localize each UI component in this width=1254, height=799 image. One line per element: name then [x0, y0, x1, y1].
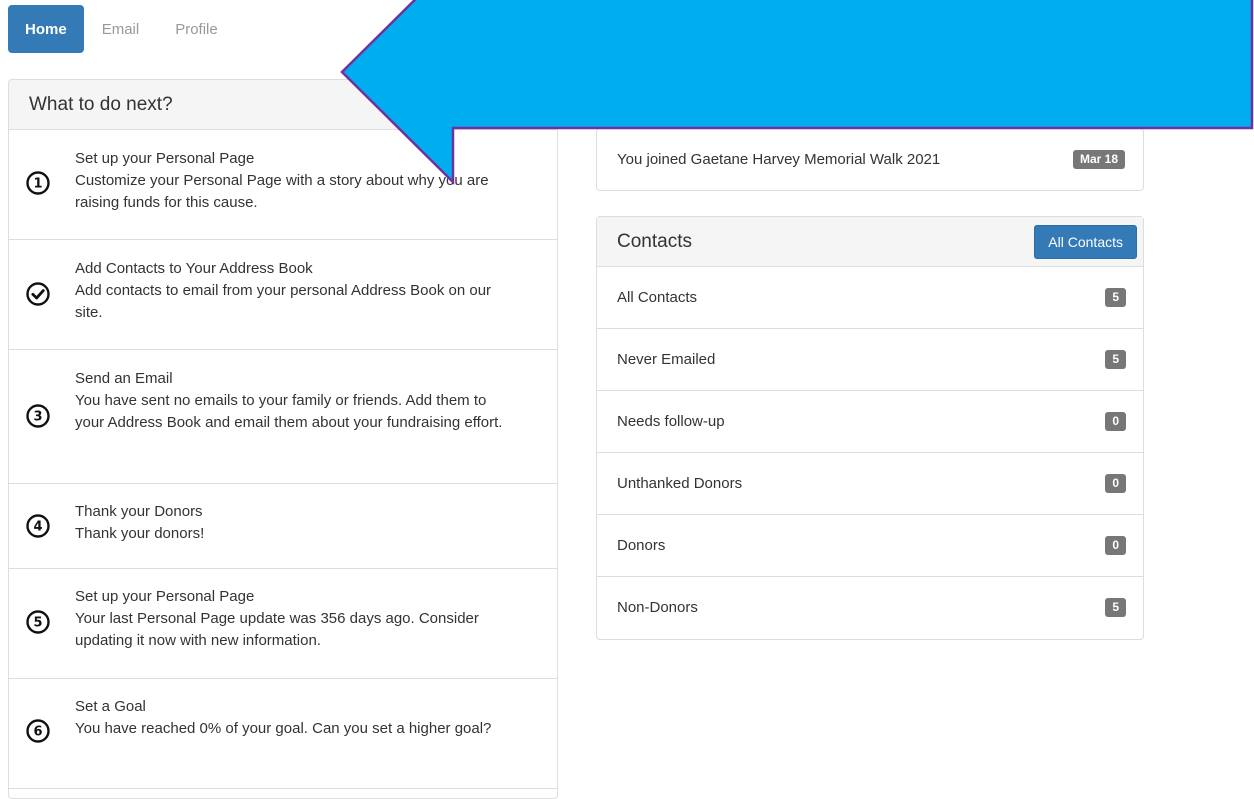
contact-group-label: Unthanked Donors: [617, 475, 743, 492]
contact-group-needs-follow-up[interactable]: Needs follow-up 0: [597, 391, 1143, 453]
task-title: Add Contacts to Your Address Book: [75, 260, 313, 277]
task-title: Send an Email: [75, 370, 173, 387]
task-title: Set up your Personal Page: [75, 588, 255, 605]
contact-count-badge: 0: [1105, 474, 1126, 493]
contact-group-label: Non-Donors: [617, 599, 698, 616]
task-title: Set a Goal: [75, 698, 146, 715]
svg-text:5: 5: [33, 616, 42, 631]
task-description: You have reached 0% of your goal. Can yo…: [75, 720, 492, 737]
activity-panel: You joined Gaetane Harvey Memorial Walk …: [596, 128, 1144, 191]
contact-count-badge: 5: [1105, 288, 1126, 307]
task-title: Thank your Donors: [75, 503, 203, 520]
contact-count-badge: 0: [1105, 536, 1126, 555]
number-5-circle-icon: 5: [26, 610, 50, 634]
activity-item: You joined Gaetane Harvey Memorial Walk …: [597, 129, 1143, 190]
number-6-circle-icon: 6: [26, 719, 50, 743]
task-description: Customize your Personal Page with a stor…: [75, 172, 489, 211]
contacts-panel: Contacts All Contacts All Contacts 5 Nev…: [596, 216, 1144, 640]
contact-group-never-emailed[interactable]: Never Emailed 5: [597, 329, 1143, 391]
activity-date-badge: Mar 18: [1072, 150, 1125, 169]
check-circle-icon: [26, 282, 50, 306]
activity-text: You joined Gaetane Harvey Memorial Walk …: [617, 151, 941, 168]
contact-group-label: Donors: [617, 537, 666, 554]
main-nav: Home Email Profile: [8, 5, 236, 53]
contact-group-unthanked-donors[interactable]: Unthanked Donors 0: [597, 453, 1143, 515]
svg-text:6: 6: [33, 725, 42, 740]
contacts-title: Contacts: [617, 230, 692, 252]
contact-group-donors[interactable]: Donors 0: [597, 515, 1143, 577]
contact-group-non-donors[interactable]: Non-Donors 5: [597, 577, 1143, 639]
task-item[interactable]: 1 Set up your Personal Page Customize yo…: [9, 130, 557, 240]
contact-group-label: Never Emailed: [617, 351, 716, 368]
number-4-circle-icon: 4: [26, 514, 50, 538]
contact-group-label: Needs follow-up: [617, 413, 725, 430]
contact-group-all-contacts[interactable]: All Contacts 5: [597, 267, 1143, 329]
next-steps-title: What to do next?: [9, 80, 557, 130]
contact-group-label: All Contacts: [617, 289, 698, 306]
task-description: Your last Personal Page update was 356 d…: [75, 610, 479, 649]
contact-count-badge: 5: [1105, 350, 1126, 369]
task-description: Thank your donors!: [75, 525, 205, 542]
task-item[interactable]: 4 Thank your Donors Thank your donors!: [9, 484, 557, 569]
contact-count-badge: 0: [1105, 412, 1126, 431]
number-1-circle-icon: 1: [26, 171, 50, 195]
next-steps-panel: What to do next? 1 Set up your Personal …: [8, 79, 558, 799]
contact-count-badge: 5: [1105, 598, 1126, 617]
tab-home[interactable]: Home: [8, 5, 84, 53]
task-description: Add contacts to email from your personal…: [75, 282, 492, 321]
svg-text:3: 3: [33, 410, 42, 425]
tab-profile[interactable]: Profile: [157, 5, 236, 53]
task-item[interactable]: 5 Set up your Personal Page Your last Pe…: [9, 569, 557, 679]
tab-email[interactable]: Email: [84, 5, 158, 53]
task-item[interactable]: 6 Set a Goal You have reached 0% of your…: [9, 679, 557, 789]
contacts-heading: Contacts All Contacts: [597, 217, 1143, 267]
svg-text:4: 4: [33, 520, 42, 535]
number-3-circle-icon: 3: [26, 404, 50, 428]
task-item[interactable]: 3 Send an Email You have sent no emails …: [9, 350, 557, 484]
task-description: You have sent no emails to your family o…: [75, 392, 503, 431]
task-item[interactable]: Add Contacts to Your Address Book Add co…: [9, 240, 557, 350]
all-contacts-button[interactable]: All Contacts: [1034, 224, 1137, 259]
svg-text:1: 1: [33, 177, 42, 192]
task-title: Set up your Personal Page: [75, 150, 255, 167]
